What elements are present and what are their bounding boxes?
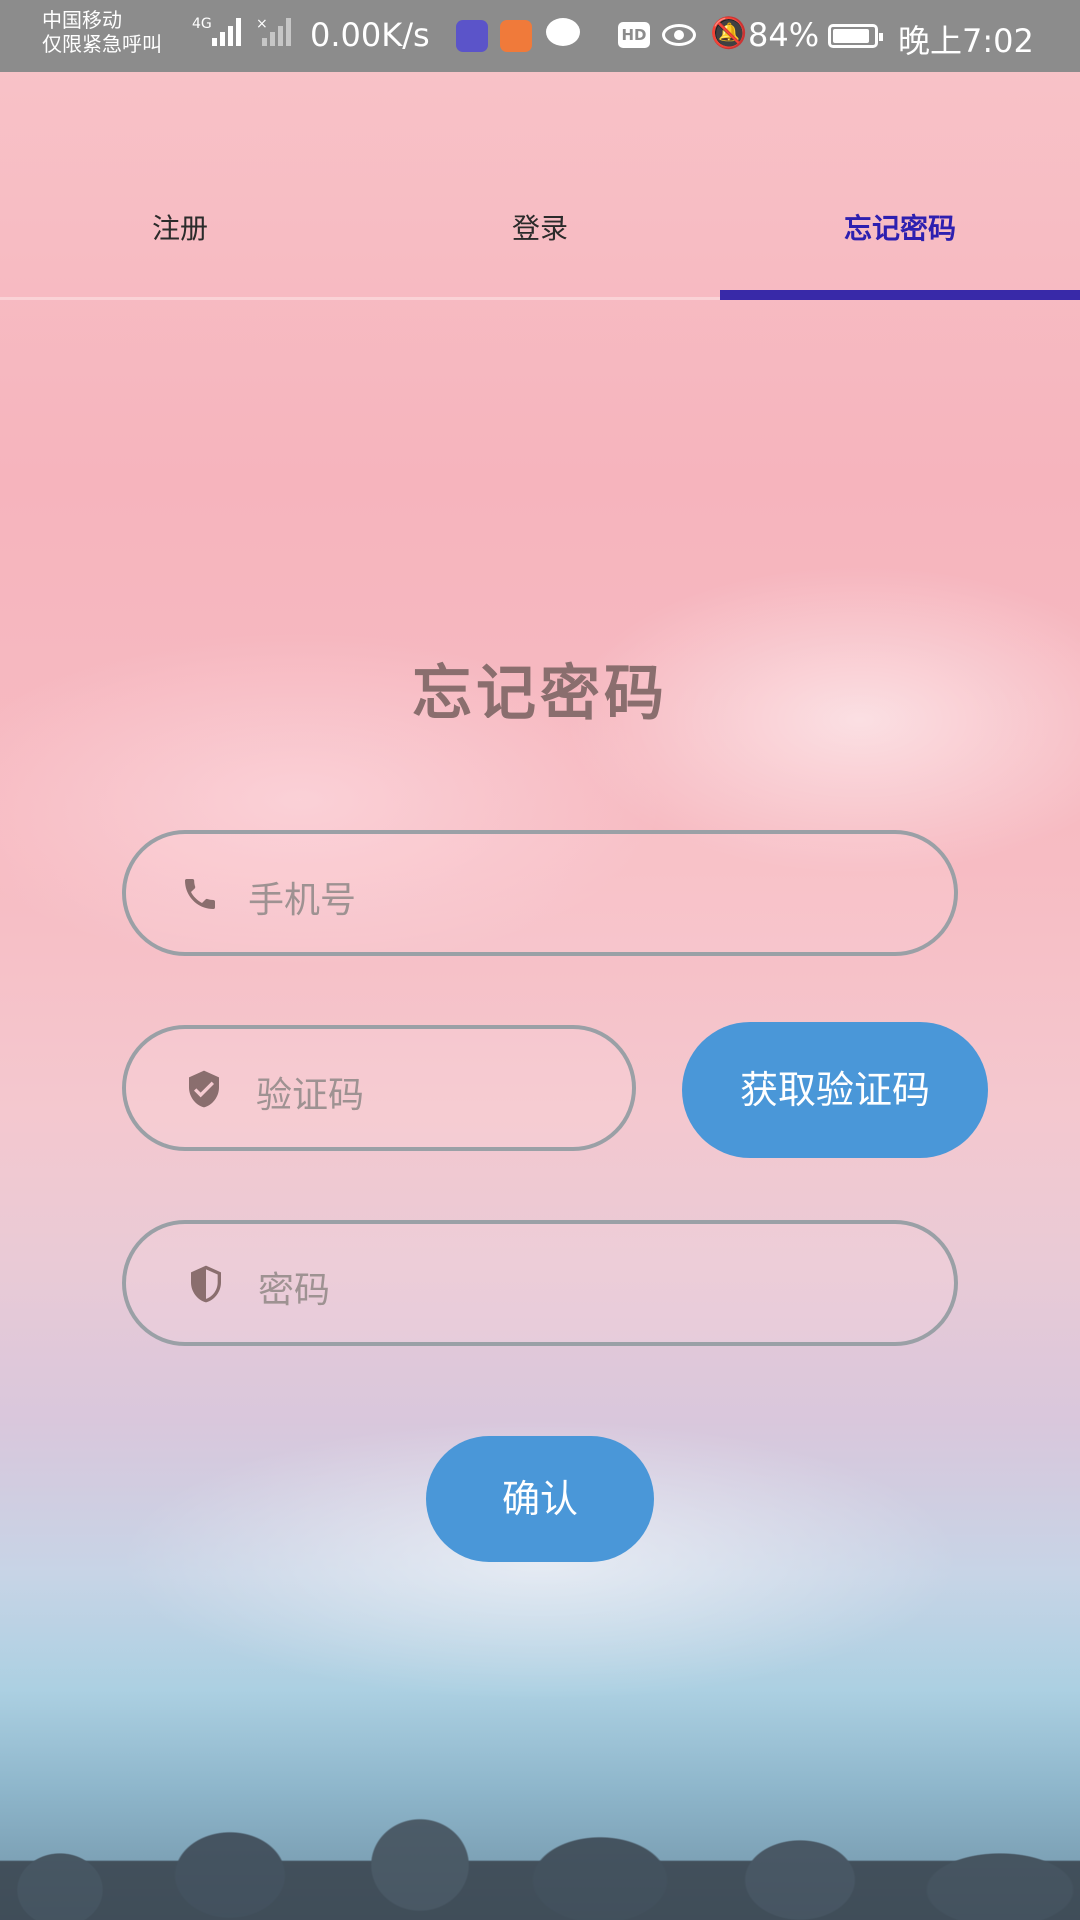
carrier-info: 中国移动 仅限紧急呼叫 bbox=[42, 8, 162, 56]
battery-icon bbox=[828, 24, 883, 48]
code-placeholder: 验证码 bbox=[256, 1075, 365, 1116]
tab-register[interactable]: 注册 bbox=[0, 207, 360, 247]
signal-icon bbox=[212, 18, 241, 46]
app-notification-icon bbox=[456, 20, 488, 52]
tab-forgot-password[interactable]: 忘记密码 bbox=[720, 207, 1080, 247]
hd-icon: HD bbox=[618, 22, 650, 48]
verification-code-field[interactable]: 验证码 bbox=[122, 1025, 636, 1151]
tab-indicator bbox=[720, 290, 1080, 300]
tab-login[interactable]: 登录 bbox=[360, 207, 720, 247]
carrier-name: 中国移动 bbox=[42, 8, 122, 32]
status-bar: 中国移动 仅限紧急呼叫 4G × 0.00K/s HD 🔕 84% 晚上7:02 bbox=[0, 0, 1080, 72]
battery-percent: 84% bbox=[748, 16, 820, 54]
shield-half-icon bbox=[191, 1265, 221, 1303]
page-title: 忘记密码 bbox=[412, 659, 668, 729]
network-speed: 0.00K/s bbox=[310, 16, 430, 54]
confirm-button[interactable]: 确认 bbox=[426, 1436, 654, 1562]
phone-placeholder: 手机号 bbox=[248, 880, 357, 921]
network-type: 4G bbox=[192, 16, 212, 32]
phone-field[interactable]: 手机号 bbox=[122, 830, 958, 956]
app-notification-icon bbox=[500, 20, 532, 52]
carrier-status: 仅限紧急呼叫 bbox=[42, 32, 162, 56]
eye-icon bbox=[662, 24, 696, 46]
phone-icon bbox=[185, 879, 215, 909]
get-code-button[interactable]: 获取验证码 bbox=[682, 1022, 988, 1158]
tab-bar: 注册 登录 忘记密码 bbox=[0, 72, 1080, 300]
password-placeholder: 密码 bbox=[258, 1270, 331, 1311]
chat-icon bbox=[546, 18, 580, 46]
background-trees bbox=[0, 1770, 1080, 1920]
signal-empty-icon bbox=[262, 18, 291, 46]
clock: 晚上7:02 bbox=[898, 22, 1034, 60]
shield-check-icon bbox=[189, 1070, 219, 1108]
password-field[interactable]: 密码 bbox=[122, 1220, 958, 1346]
bell-off-icon: 🔕 bbox=[710, 16, 748, 51]
